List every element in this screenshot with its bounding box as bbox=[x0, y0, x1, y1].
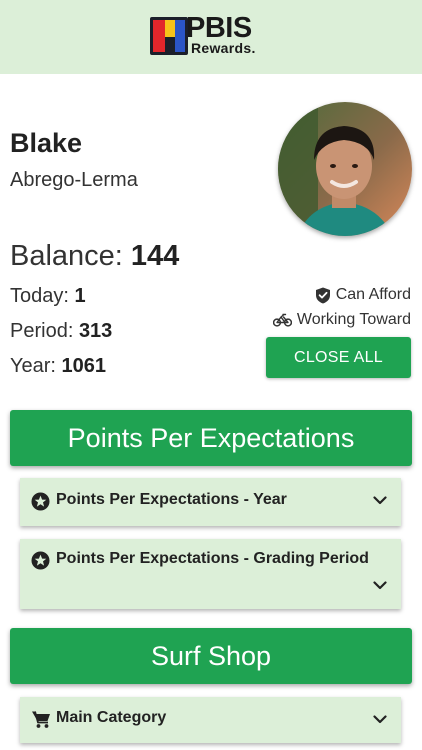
accordion-title: Points Per Expectations - Year bbox=[56, 491, 287, 508]
accordion-expectations-grading-period[interactable]: Points Per Expectations - Grading Period bbox=[20, 539, 401, 609]
period-points: Period: 313 bbox=[10, 320, 112, 343]
star-circle-icon bbox=[31, 492, 50, 511]
accordion-title: Points Per Expectations - Grading Period bbox=[56, 550, 369, 567]
cart-icon bbox=[32, 711, 50, 728]
today-value: 1 bbox=[74, 285, 86, 307]
close-all-button[interactable]: CLOSE ALL bbox=[266, 337, 411, 378]
points-per-expectations-button[interactable]: Points Per Expectations bbox=[10, 410, 412, 466]
working-toward-label: Working Toward bbox=[296, 311, 411, 328]
chevron-down-icon[interactable] bbox=[373, 715, 387, 724]
star-circle-icon bbox=[31, 551, 50, 570]
today-label: Today: bbox=[10, 285, 69, 307]
year-value: 1061 bbox=[61, 355, 107, 377]
today-points: Today: 1 bbox=[10, 285, 86, 308]
surf-shop-button[interactable]: Surf Shop bbox=[10, 628, 412, 684]
year-label: Year: bbox=[10, 355, 56, 377]
bicycle-icon bbox=[272, 313, 292, 327]
year-points: Year: 1061 bbox=[10, 355, 106, 378]
logo-subtext: Rewards. bbox=[191, 40, 256, 56]
accordion-main-category[interactable]: Main Category bbox=[20, 697, 401, 743]
chevron-down-icon[interactable] bbox=[373, 581, 387, 590]
period-value: 313 bbox=[78, 320, 113, 342]
shield-check-icon bbox=[315, 287, 330, 303]
student-avatar bbox=[278, 102, 412, 236]
student-first-name: Blake bbox=[10, 128, 83, 158]
accordion-title: Main Category bbox=[56, 709, 167, 726]
balance-display: Balance: 144 bbox=[10, 240, 179, 273]
balance-value: 144 bbox=[130, 240, 180, 272]
legend-can-afford: Can Afford bbox=[315, 286, 411, 304]
pbis-rewards-logo: PBIS Rewards. bbox=[150, 12, 274, 58]
balance-label: Balance: bbox=[10, 240, 123, 272]
accordion-expectations-year[interactable]: Points Per Expectations - Year bbox=[20, 478, 401, 526]
logo-text: PBIS bbox=[186, 12, 252, 44]
legend-working-toward: Working Toward bbox=[272, 311, 411, 329]
app-header: PBIS Rewards. bbox=[0, 0, 422, 74]
logo-mark-icon bbox=[150, 17, 188, 55]
period-label: Period: bbox=[10, 320, 74, 342]
student-last-name: Abrego-Lerma bbox=[10, 169, 138, 191]
can-afford-label: Can Afford bbox=[335, 286, 411, 303]
chevron-down-icon[interactable] bbox=[373, 496, 387, 505]
